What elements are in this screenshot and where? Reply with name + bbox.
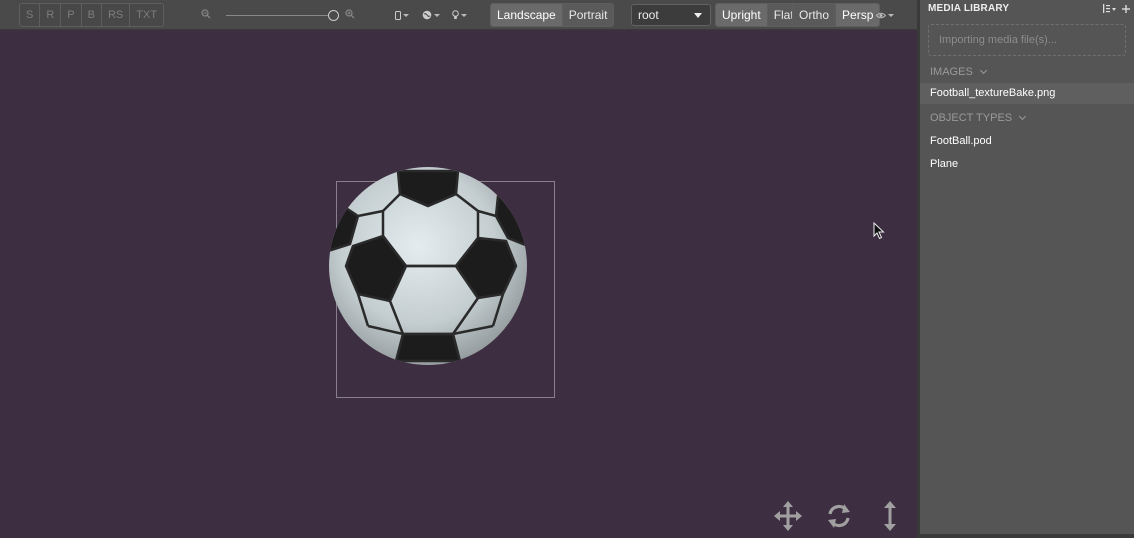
mouse-pointer-icon xyxy=(873,222,885,240)
import-drop-zone[interactable]: Importing media file(s)... xyxy=(928,24,1126,56)
zoom-slider-track[interactable] xyxy=(226,15,334,16)
globe-icon xyxy=(422,10,432,20)
chevron-down-icon xyxy=(1019,112,1027,121)
orientation-group: Landscape Portrait xyxy=(490,3,615,27)
scale-vertical-icon[interactable] xyxy=(882,501,898,531)
rotate-icon[interactable] xyxy=(826,501,852,531)
images-section-header[interactable]: IMAGES xyxy=(920,61,1134,83)
object-types-section-title: OBJECT TYPES xyxy=(930,112,1013,124)
sort-icon[interactable] xyxy=(1102,3,1116,14)
media-item-plane[interactable]: Plane xyxy=(920,154,1134,175)
render-mode-b-button[interactable]: B xyxy=(81,4,102,26)
chevron-down-icon xyxy=(694,13,702,18)
render-mode-group: S R P B RS TXT xyxy=(19,3,165,27)
root-select[interactable]: root xyxy=(631,4,711,26)
chevron-down-icon xyxy=(434,13,440,17)
globe-dropdown[interactable] xyxy=(422,9,440,21)
upright-button[interactable]: Upright xyxy=(716,4,768,26)
light-bulb-icon xyxy=(452,10,459,19)
media-item-football-pod[interactable]: FootBall.pod xyxy=(920,131,1134,152)
add-icon[interactable] xyxy=(1122,4,1130,13)
render-mode-p-button[interactable]: P xyxy=(61,4,82,26)
chevron-down-icon xyxy=(888,13,894,17)
zoom-slider-handle[interactable] xyxy=(328,10,339,21)
media-item-football-texture[interactable]: Football_textureBake.png xyxy=(920,83,1134,104)
persp-button[interactable]: Persp xyxy=(836,4,880,26)
images-section-title: IMAGES xyxy=(930,66,973,78)
ortho-button[interactable]: Ortho xyxy=(793,4,837,26)
football-model[interactable] xyxy=(328,166,528,366)
object-types-section-header[interactable]: OBJECT TYPES xyxy=(920,107,1134,129)
portrait-button[interactable]: Portrait xyxy=(562,4,614,26)
chevron-down-icon xyxy=(403,13,409,17)
landscape-button[interactable]: Landscape xyxy=(491,4,563,26)
move-icon[interactable] xyxy=(774,501,802,531)
device-icon xyxy=(395,10,401,20)
render-mode-s-button[interactable]: S xyxy=(20,4,41,26)
projection-group: Ortho Persp xyxy=(792,3,881,27)
render-mode-r-button[interactable]: R xyxy=(40,4,62,26)
root-select-value: root xyxy=(638,8,659,22)
visibility-dropdown[interactable] xyxy=(876,9,894,21)
scene-viewport[interactable] xyxy=(0,31,917,538)
render-mode-txt-button[interactable]: TXT xyxy=(130,4,164,26)
viewport-toolbar: S R P B RS TXT Landscape Portrait root U… xyxy=(0,0,917,30)
panel-bottom-divider xyxy=(920,534,1134,538)
upright-flat-group: Upright Flat xyxy=(715,3,801,27)
chevron-down-icon xyxy=(979,66,987,75)
zoom-in-icon[interactable] xyxy=(345,9,355,19)
render-mode-rs-button[interactable]: RS xyxy=(101,4,131,26)
media-library-header: MEDIA LIBRARY xyxy=(920,0,1134,17)
light-dropdown[interactable] xyxy=(452,9,467,21)
media-library-title: MEDIA LIBRARY xyxy=(928,3,1010,14)
eye-icon xyxy=(876,12,886,18)
chevron-down-icon xyxy=(461,13,467,17)
zoom-out-icon[interactable] xyxy=(201,9,211,19)
media-library-panel: MEDIA LIBRARY Importing media file(s)...… xyxy=(917,0,1134,538)
device-dropdown[interactable] xyxy=(395,9,409,21)
